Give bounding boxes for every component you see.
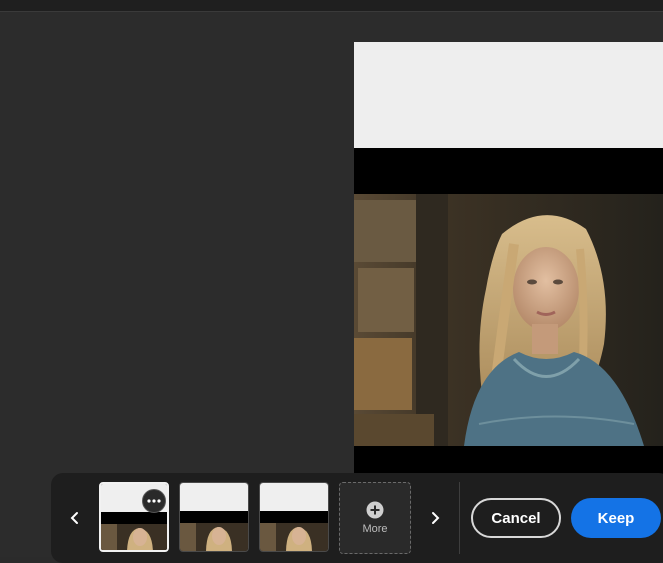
preview-black-band: [354, 148, 663, 194]
thumb-black-band: [260, 511, 328, 523]
thumb-photo: [260, 523, 328, 551]
cancel-button[interactable]: Cancel: [471, 498, 561, 538]
thumb-white-band: [180, 483, 248, 511]
variation-thumbnail-2[interactable]: [179, 482, 249, 552]
thumb-photo: [101, 524, 167, 550]
chevron-left-icon: [70, 512, 78, 524]
thumb-photo: [180, 523, 248, 551]
top-bar: [0, 0, 663, 12]
previous-button[interactable]: [64, 503, 86, 533]
thumb-black-band: [101, 512, 167, 524]
preview-photo: [354, 194, 663, 446]
more-label: More: [362, 523, 388, 535]
variation-options-button[interactable]: [142, 489, 166, 513]
variation-thumbnail-1[interactable]: [99, 482, 169, 552]
preview-white-band: [354, 42, 663, 148]
plus-circle-icon: [366, 501, 384, 519]
thumb-black-band: [180, 511, 248, 523]
keep-button[interactable]: Keep: [571, 498, 661, 538]
thumb-white-band: [260, 483, 328, 511]
document-preview: [354, 42, 663, 474]
variations-toolbar: More Cancel Keep: [51, 473, 663, 563]
variation-thumbnail-3[interactable]: [259, 482, 329, 552]
preview-bottom-band: [354, 446, 663, 474]
toolbar-divider: [459, 482, 460, 554]
more-options-icon: [147, 499, 161, 503]
next-button[interactable]: [424, 503, 446, 533]
chevron-right-icon: [432, 512, 440, 524]
more-variations-button[interactable]: More: [339, 482, 411, 554]
